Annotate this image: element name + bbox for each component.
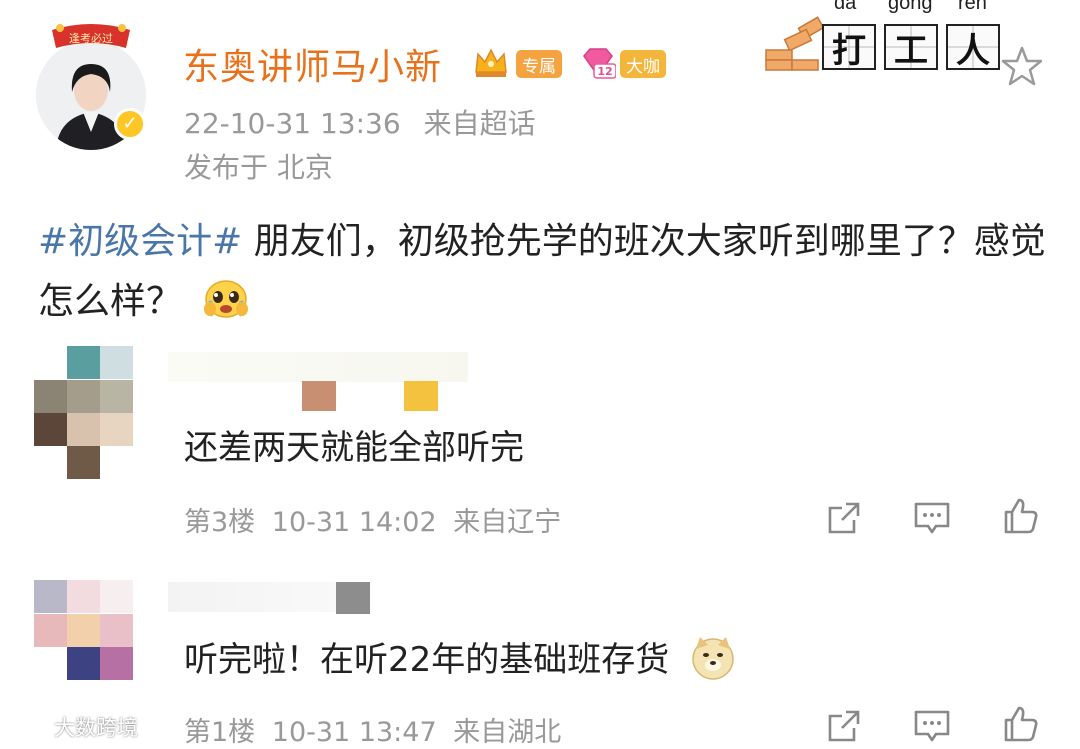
sticker-pinyin-da: da xyxy=(834,0,857,14)
post-content: #初级会计# 朋友们，初级抢先学的班次大家听到哪里了？感觉怎么样？ xyxy=(38,212,1048,332)
comment-time: 10-31 14:02 xyxy=(271,507,437,538)
bricks-icon xyxy=(765,16,824,71)
post-location: 发布于 北京 xyxy=(184,151,333,184)
author-name[interactable]: 东奥讲师马小新 xyxy=(183,38,442,90)
comment-text-wrap: 听完啦！在听22年的基础班存货 xyxy=(184,632,736,681)
verified-badge-icon: ✓ xyxy=(114,108,146,140)
watermark-logo-icon xyxy=(8,716,50,738)
comment-floor: 第1楼 xyxy=(184,717,256,748)
sticker-char-da: 打 xyxy=(822,24,876,71)
sticker-pinyin-ren: ren xyxy=(958,0,987,14)
sticker-char-ren: 人 xyxy=(946,24,1000,71)
comment-meta: 第3楼 10-31 14:02 来自辽宁 xyxy=(184,500,561,539)
comment-avatar[interactable] xyxy=(34,346,134,480)
crown-icon[interactable] xyxy=(472,44,510,82)
sticker-pinyin-gong: gong xyxy=(888,0,933,14)
like-icon[interactable] xyxy=(1000,496,1040,536)
comment-meta: 第1楼 10-31 13:47 来自湖北 xyxy=(184,710,561,749)
star-icon[interactable] xyxy=(1000,44,1044,88)
doge-emoji-icon xyxy=(692,637,734,680)
comment-source: 来自湖北 xyxy=(453,717,562,748)
comment-source: 来自辽宁 xyxy=(453,507,562,538)
exclusive-badge[interactable]: 专属 xyxy=(516,50,562,78)
username-pixel xyxy=(336,582,370,614)
cry-emoji-icon xyxy=(204,280,249,318)
comment-username[interactable] xyxy=(168,352,468,382)
sticker-char-gong: 工 xyxy=(884,24,938,71)
hashtag-link[interactable]: #初级会计# xyxy=(38,221,242,262)
level-number: 12 xyxy=(597,65,612,78)
comment-text: 还差两天就能全部听完 xyxy=(184,428,524,468)
post-timestamp: 22-10-31 13:36 xyxy=(184,107,401,140)
watermark-text: 大数跨境 xyxy=(54,716,138,740)
vip-badge[interactable]: 大咖 xyxy=(620,50,666,78)
comment-icon[interactable] xyxy=(912,706,952,746)
comment-floor: 第3楼 xyxy=(184,507,256,538)
comment-text: 听完啦！在听22年的基础班存货 xyxy=(184,640,670,680)
username-pixel xyxy=(404,381,438,411)
share-icon[interactable] xyxy=(824,706,864,746)
level-diamond-icon[interactable]: 12 xyxy=(580,46,616,80)
avatar-ribbon-text: 逢考必过 xyxy=(69,32,113,45)
comment-avatar[interactable] xyxy=(34,580,134,680)
share-icon[interactable] xyxy=(824,498,864,538)
comment-time: 10-31 13:47 xyxy=(271,717,437,748)
like-icon[interactable] xyxy=(1000,704,1040,744)
username-pixel xyxy=(302,381,336,411)
avatar-ribbon: 逢考必过 xyxy=(52,24,130,48)
post-meta: 22-10-31 13:36 来自超话 xyxy=(184,102,536,142)
post-source[interactable]: 来自超话 xyxy=(424,107,536,140)
watermark: 大数跨境 xyxy=(6,712,138,742)
comment-icon[interactable] xyxy=(912,498,952,538)
